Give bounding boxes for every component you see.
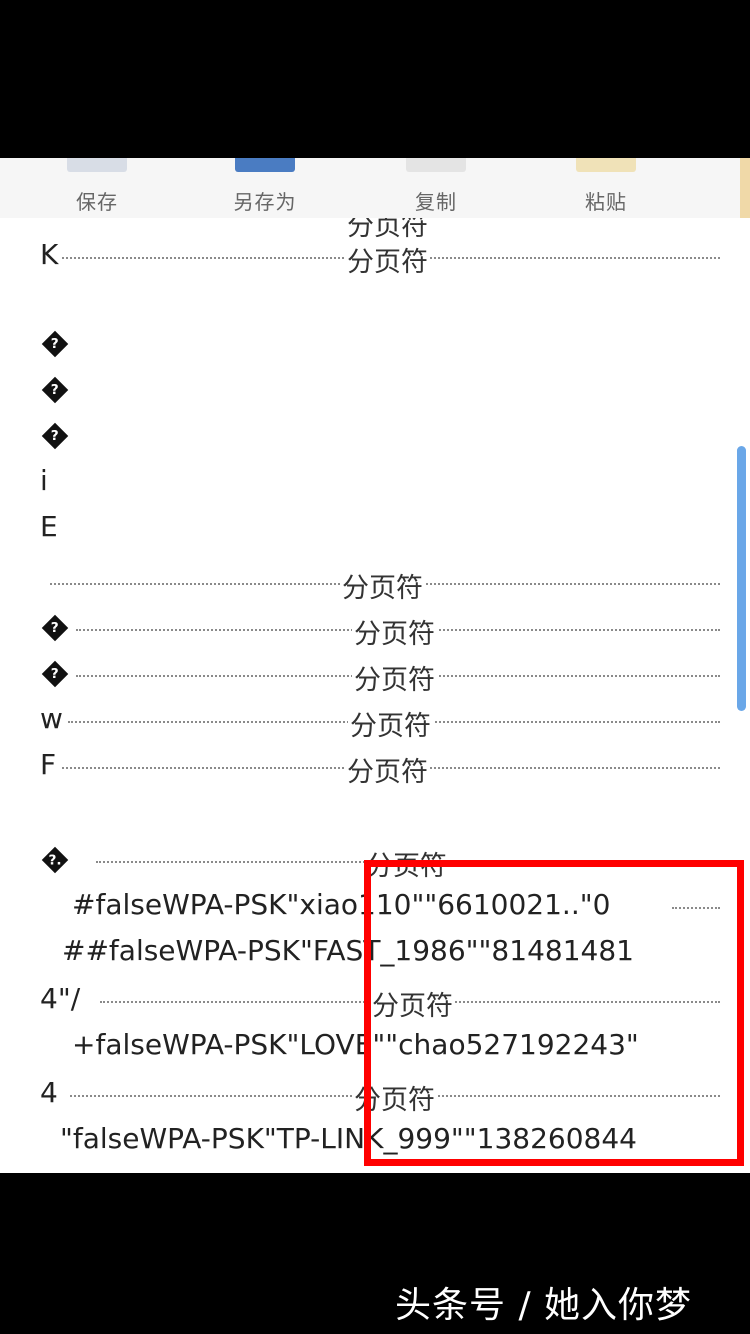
wifi-entry-line: ##falseWPA-PSK"FAST_1986""81481481 — [0, 928, 750, 974]
doc-line: 4"/ 分页符 — [0, 976, 750, 1023]
doc-line-text: w — [40, 702, 63, 735]
more-tools-edge[interactable] — [740, 158, 750, 218]
doc-line: K 分页符 — [0, 232, 750, 279]
doc-line: 4 分页符 — [0, 1070, 750, 1117]
page-break-label: 分页符 — [340, 566, 425, 605]
save-as-button[interactable]: 另存为 — [210, 158, 320, 218]
paste-label: 粘贴 — [585, 190, 627, 214]
page-break-rule — [672, 907, 720, 909]
page-break-label: 分页符 — [352, 658, 437, 697]
doc-line: ? 分页符 — [0, 650, 750, 697]
doc-line-text: ?. — [41, 842, 69, 875]
doc-line: ? 分页符 — [0, 604, 750, 651]
copy-button[interactable]: 复制 — [381, 158, 491, 218]
replacement-char-icon: ? — [41, 330, 69, 358]
doc-line: ? — [0, 412, 750, 458]
watermark-text: 头条号 / 她入你梦 — [395, 1285, 693, 1326]
page-break-line: 分页符 — [0, 558, 750, 605]
doc-line-text: ? — [41, 418, 69, 451]
wifi-entry-text: +falseWPA-PSK"LOVE""chao527192243" — [72, 1028, 639, 1061]
page-break-label: 分页符 — [352, 1078, 437, 1117]
copy-label: 复制 — [415, 190, 457, 214]
page-break-label: 分页符 — [352, 612, 437, 651]
doc-line-text: E — [40, 510, 58, 543]
replacement-char-icon: ? — [41, 614, 69, 642]
doc-line-text: i — [40, 464, 48, 497]
save-icon — [67, 158, 127, 172]
save-as-label: 另存为 — [233, 190, 297, 214]
page-break-label: 分页符 — [364, 844, 449, 883]
replacement-char-icon: ?. — [41, 846, 69, 874]
document-toolbar: 保存 另存为 复制 粘贴 — [0, 158, 750, 219]
wifi-entry-text: "falseWPA-PSK"TP-LINK_999""138260844 — [60, 1122, 637, 1155]
doc-line: ? — [0, 366, 750, 412]
doc-line-text: ? — [41, 656, 69, 689]
doc-line: ? — [0, 320, 750, 366]
save-as-icon — [235, 158, 295, 172]
wifi-entry-text: #falseWPA-PSK"xiao110""6610021.."0 — [72, 888, 611, 921]
page-break-label: 分页符 — [345, 750, 430, 789]
replacement-char-icon: ? — [41, 660, 69, 688]
page-break-label: 分页符 — [370, 984, 455, 1023]
screen: 保存 另存为 复制 粘贴 分页符 K 分页符 ? ? ? i E 分页符 ? 分… — [0, 0, 750, 1334]
page-break-label: 分页符 — [345, 240, 430, 279]
doc-line-text: K — [40, 238, 59, 271]
copy-icon — [406, 158, 466, 172]
paste-icon — [576, 158, 636, 172]
page-break-label: 分页符 — [348, 704, 433, 743]
doc-line-text: 4"/ — [40, 982, 81, 1015]
wifi-entry-line: "falseWPA-PSK"TP-LINK_999""138260844 — [0, 1116, 750, 1162]
doc-line-text: 4 — [40, 1076, 58, 1109]
vertical-scrollbar[interactable] — [737, 446, 746, 711]
document-page[interactable]: 分页符 K 分页符 ? ? ? i E 分页符 ? 分页符 ? 分页符 w 分页… — [0, 218, 750, 1173]
doc-line: E — [0, 504, 750, 550]
doc-line-text: ? — [41, 326, 69, 359]
doc-line: w 分页符 — [0, 696, 750, 743]
wifi-entry-line: #falseWPA-PSK"xiao110""6610021.."0 — [0, 882, 750, 928]
doc-line: i — [0, 458, 750, 504]
save-button[interactable]: 保存 — [42, 158, 152, 218]
replacement-char-icon: ? — [41, 422, 69, 450]
doc-line-text: ? — [41, 610, 69, 643]
doc-line-text: F — [40, 748, 57, 781]
paste-button[interactable]: 粘贴 — [551, 158, 661, 218]
wifi-entry-line: +falseWPA-PSK"LOVE""chao527192243" — [0, 1022, 750, 1068]
doc-line-text: ? — [41, 372, 69, 405]
wifi-entry-text: ##falseWPA-PSK"FAST_1986""81481481 — [62, 934, 634, 967]
save-label: 保存 — [76, 190, 118, 214]
replacement-char-icon: ? — [41, 376, 69, 404]
doc-line: F 分页符 — [0, 742, 750, 789]
doc-line: ?. 分页符 — [0, 836, 750, 883]
